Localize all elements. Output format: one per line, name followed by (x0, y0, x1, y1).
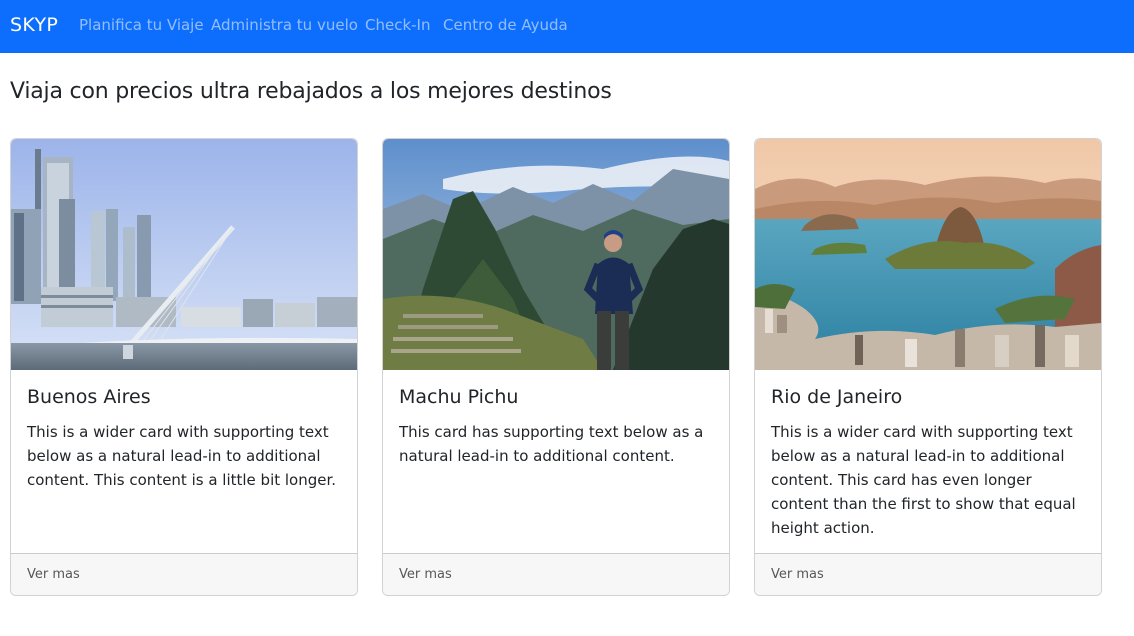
card-title: Buenos Aires (27, 386, 151, 408)
ver-mas-link[interactable]: Ver mas (27, 567, 80, 582)
card-text: This is a wider card with supporting tex… (771, 423, 1076, 537)
buenos-aires-image (11, 139, 357, 370)
card-footer: Ver mas (11, 553, 357, 595)
machu-pichu-image (383, 139, 729, 370)
card-title: Rio de Janeiro (771, 386, 903, 408)
destination-card-rio-de-janeiro: Rio de Janeiro This is a wider card with… (754, 138, 1102, 596)
card-footer: Ver mas (755, 553, 1101, 595)
ver-mas-link[interactable]: Ver mas (399, 567, 452, 582)
card-footer: Ver mas (383, 553, 729, 595)
card-text: This card has supporting text below as a… (399, 423, 704, 465)
brand-link[interactable]: SKYP (10, 14, 58, 36)
nav-link-administra[interactable]: Administra tu vuelo (211, 16, 358, 34)
ver-mas-link[interactable]: Ver mas (771, 567, 824, 582)
rio-de-janeiro-image (755, 139, 1101, 370)
card-text: This is a wider card with supporting tex… (27, 423, 337, 489)
destination-card-buenos-aires: Buenos Aires This is a wider card with s… (10, 138, 358, 596)
navbar: SKYP Planifica tu Viaje Administra tu vu… (0, 0, 1134, 53)
nav-link-checkin[interactable]: Check-In (365, 16, 431, 34)
nav-link-ayuda[interactable]: Centro de Ayuda (443, 16, 568, 34)
card-title: Machu Pichu (399, 386, 519, 408)
destination-card-machu-pichu: Machu Pichu This card has supporting tex… (382, 138, 730, 596)
page-heading: Viaja con precios ultra rebajados a los … (10, 79, 612, 104)
nav-link-planifica[interactable]: Planifica tu Viaje (79, 16, 204, 34)
